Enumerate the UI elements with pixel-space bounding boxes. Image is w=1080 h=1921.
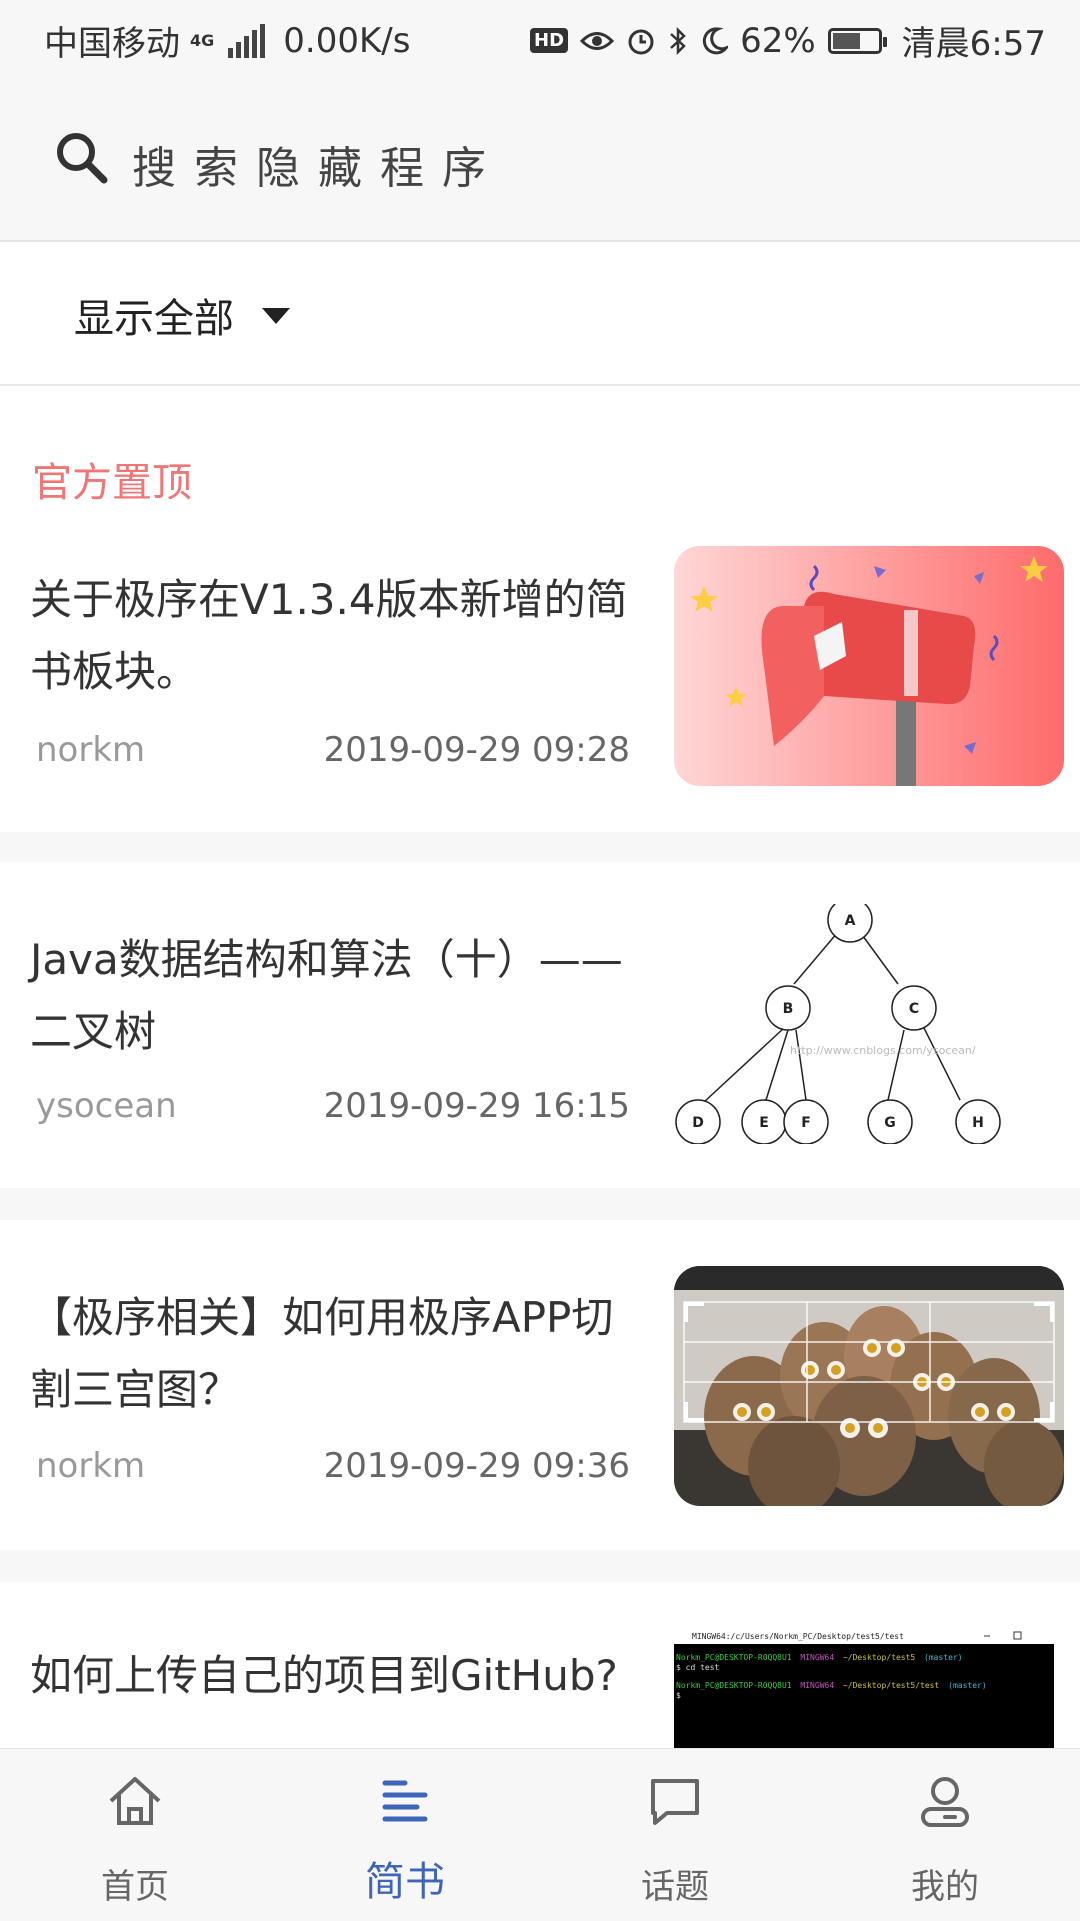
article-title[interactable]: 如何上传自己的项目到GitHub? (30, 1640, 630, 1712)
terminal-title: MINGW64:/c/Users/Norkm_PC/Desktop/test5/… (692, 1632, 904, 1641)
tab-articles[interactable]: 简书 (270, 1749, 540, 1921)
tab-label: 话题 (641, 1867, 709, 1907)
bluetooth-icon (670, 26, 686, 55)
profile-icon (921, 1777, 969, 1827)
terminal-path: ~/Desktop/test5/test (843, 1681, 940, 1690)
eye-icon (580, 31, 615, 50)
article-author[interactable]: norkm (36, 1446, 145, 1486)
moon-icon (702, 26, 729, 54)
search-bar[interactable]: 搜索隐藏程序 (0, 76, 1080, 242)
terminal-path: ~/Desktop/test5 (843, 1653, 915, 1662)
terminal-user: Norkm_PC@DESKTOP-R0QQ8U1 (676, 1653, 792, 1662)
article-card[interactable]: 官方置顶 关于极序在V1.3.4版本新增的简书板块。 norkm 2019-09… (0, 386, 1080, 832)
binary-tree-diagram: A B C D E F G H http://www.cnblogs.com/y… (675, 904, 1001, 1144)
tab-profile[interactable]: 我的 (810, 1749, 1080, 1921)
net-speed: 0.00K/s (283, 20, 411, 61)
article-author[interactable]: ysocean (36, 1086, 177, 1126)
terminal-env: MINGW64 (800, 1681, 834, 1690)
tab-home[interactable]: 首页 (0, 1749, 270, 1921)
terminal-branch: (master) (924, 1653, 963, 1662)
article-thumbnail[interactable] (674, 546, 1064, 786)
article-thumbnail[interactable] (674, 1266, 1064, 1506)
filter-label[interactable]: 显示全部 (74, 286, 234, 344)
terminal-branch: (master) (948, 1681, 987, 1690)
caret-down-icon[interactable] (262, 308, 290, 324)
article-title[interactable]: Java数据结构和算法（十）——二叉树 (30, 924, 630, 1068)
carrier-name: 中国移动 (44, 24, 180, 64)
tree-node-label: B (783, 1001, 794, 1017)
search-input[interactable]: 搜索隐藏程序 (132, 132, 504, 196)
bottom-tab-bar: 首页 简书 话题 我的 (0, 1748, 1080, 1921)
article-date: 2019-09-29 09:36 (323, 1446, 630, 1486)
terminal-command: $ cd test (676, 1663, 720, 1672)
network-type: 4G (190, 31, 215, 50)
tab-label: 简书 (365, 1859, 445, 1905)
watermark: http://www.cnblogs.com/ysocean/ (790, 1044, 976, 1057)
tree-node-label: H (972, 1115, 984, 1131)
article-card[interactable]: Java数据结构和算法（十）——二叉树 ysocean 2019-09-29 1… (0, 862, 1080, 1188)
battery-icon (827, 27, 887, 54)
section-title: 官方置顶 (32, 460, 192, 506)
article-icon (382, 1780, 428, 1822)
terminal-env: MINGW64 (800, 1653, 834, 1662)
status-bar: 中国移动 4G 0.00K/s HD 62% 清晨6:57 (0, 0, 1080, 76)
filter-dropdown[interactable]: 显示全部 (0, 242, 1080, 386)
article-card[interactable]: 【极序相关】如何用极序APP切割三宫图？ norkm 2019-09-29 09… (0, 1220, 1080, 1550)
tab-label: 我的 (911, 1867, 979, 1907)
mailbox-illustration (674, 546, 1064, 786)
battery-percent: 62% (740, 20, 816, 61)
owls-photo (674, 1266, 1064, 1506)
svg-text:Norkm_PC@DESKTOP-R0QQ8U1: Norkm_PC@DESKTOP-R0QQ8U1 MINGW64 ~/Deskt… (676, 1653, 963, 1662)
tab-label: 首页 (101, 1867, 169, 1907)
article-date: 2019-09-29 09:28 (323, 730, 630, 770)
tab-topics[interactable]: 话题 (540, 1749, 810, 1921)
tree-node-label: F (801, 1115, 811, 1131)
tree-node-label: G (884, 1115, 896, 1131)
alarm-icon (628, 29, 654, 54)
article-title[interactable]: 【极序相关】如何用极序APP切割三宫图？ (30, 1282, 630, 1426)
tree-node-label: D (692, 1115, 704, 1131)
signal-icon (228, 23, 266, 58)
terminal-prompt: $ (676, 1691, 681, 1700)
clock: 清晨6:57 (901, 24, 1046, 64)
hd-icon: HD (530, 28, 569, 53)
home-icon (109, 1777, 161, 1825)
search-icon (57, 133, 108, 184)
tree-node-label: A (845, 913, 856, 929)
article-thumbnail[interactable]: A B C D E F G H http://www.cnblogs.com/y… (674, 904, 1064, 1144)
article-author[interactable]: norkm (36, 730, 145, 770)
article-date: 2019-09-29 16:15 (323, 1086, 630, 1126)
terminal-user: Norkm_PC@DESKTOP-R0QQ8U1 (676, 1681, 792, 1690)
tree-node-label: C (909, 1001, 919, 1017)
tree-node-label: E (759, 1115, 769, 1131)
svg-text:Norkm_PC@DESKTOP-R0QQ8U1: Norkm_PC@DESKTOP-R0QQ8U1 MINGW64 ~/Deskt… (676, 1681, 987, 1690)
article-title[interactable]: 关于极序在V1.3.4版本新增的简书板块。 (30, 564, 630, 708)
chat-icon (651, 1779, 699, 1825)
